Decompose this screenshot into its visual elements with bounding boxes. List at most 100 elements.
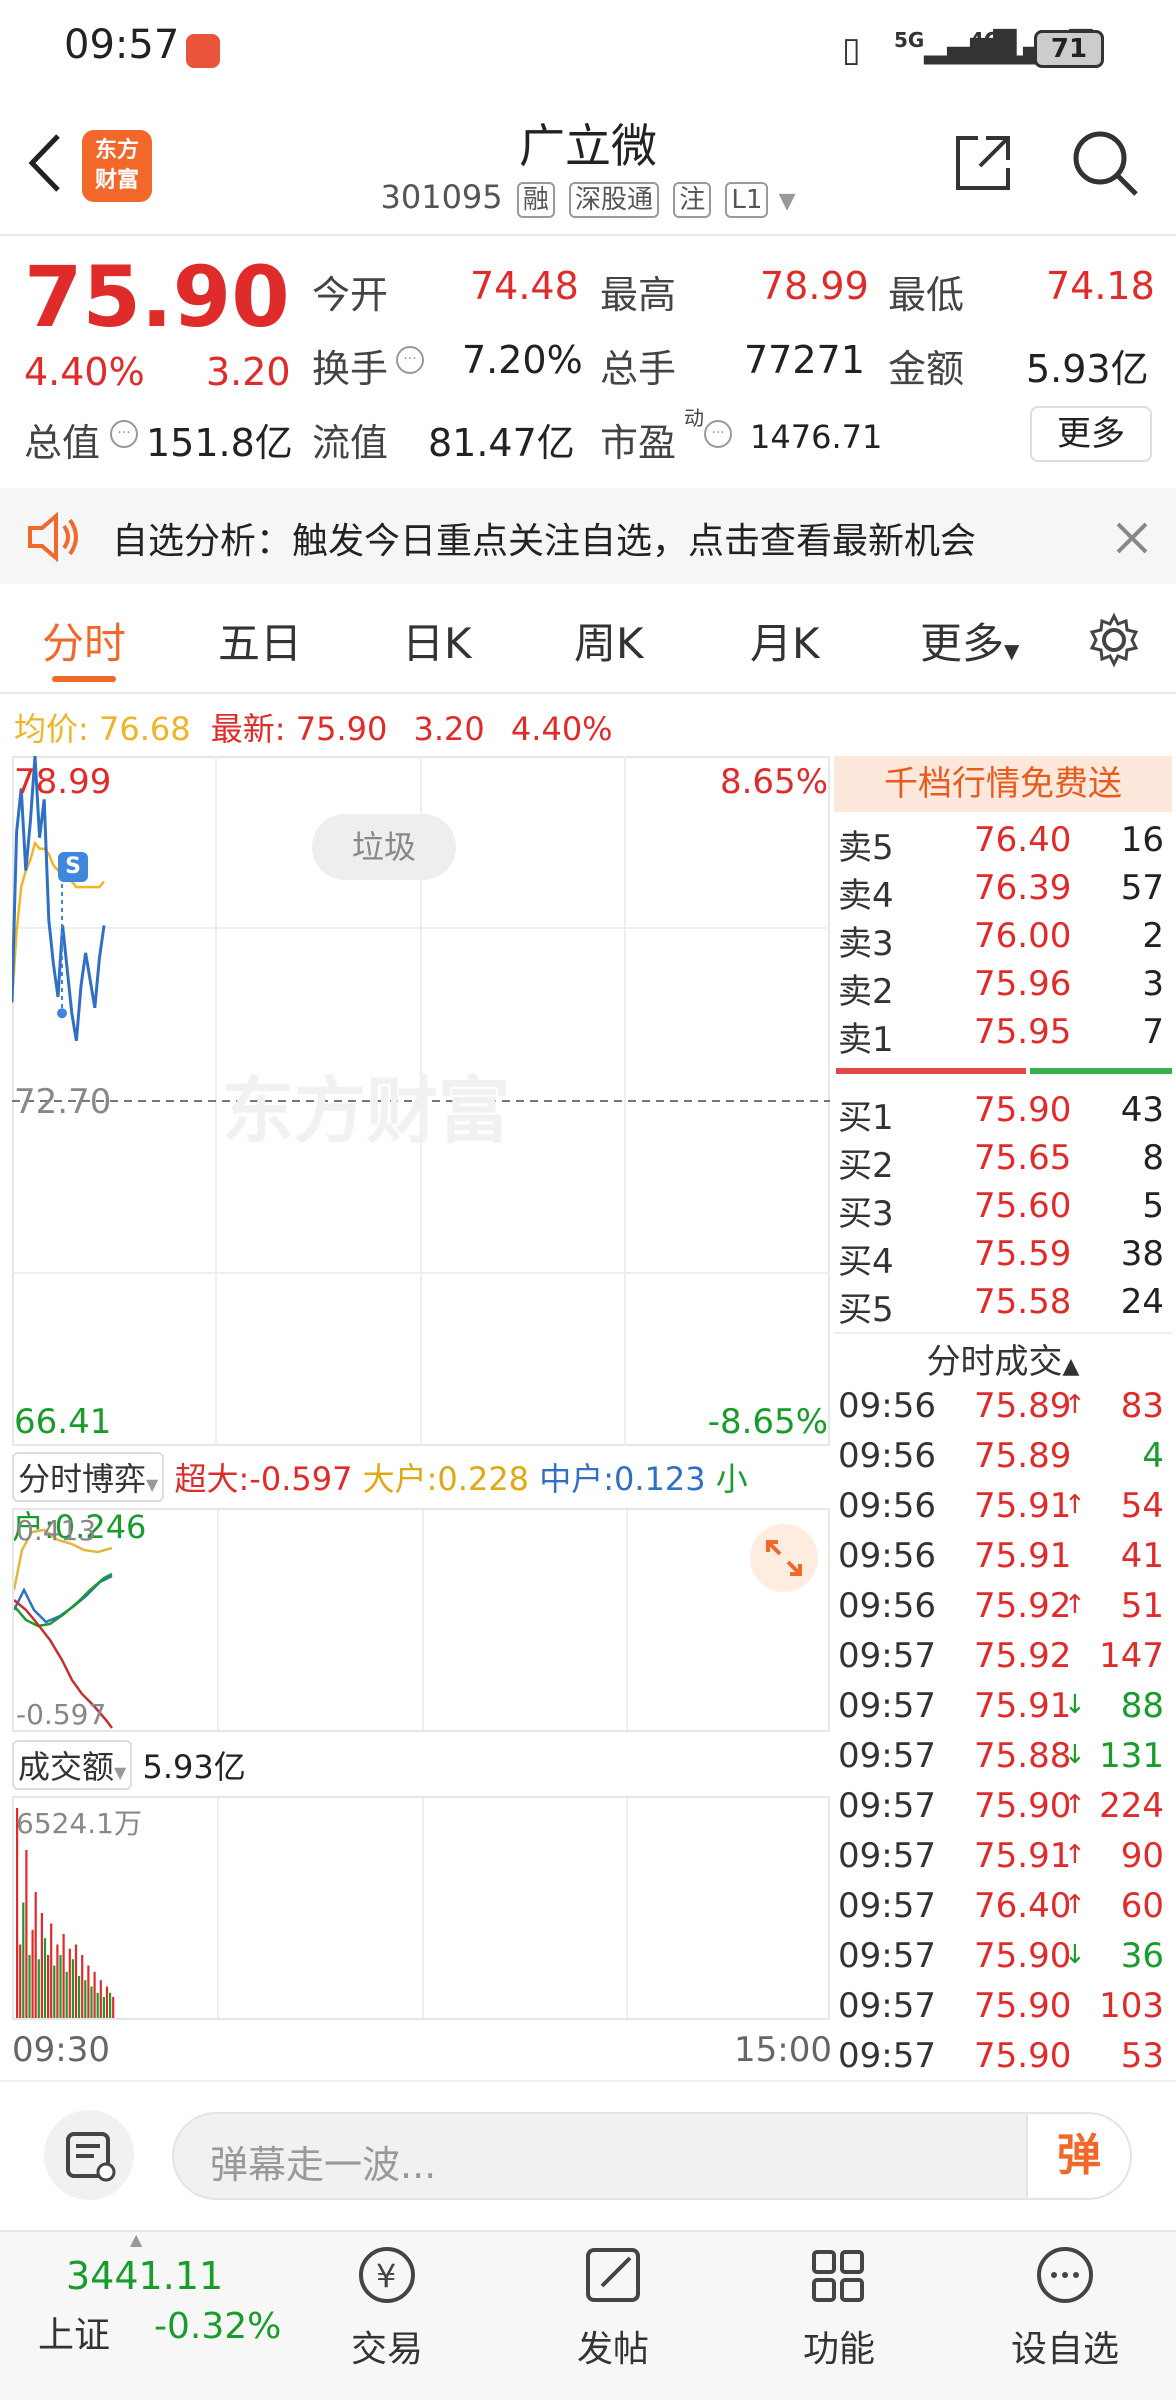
index-value[interactable]: 3441.11 bbox=[66, 2254, 223, 2298]
bid-row[interactable]: 买5 75.58 24 bbox=[838, 1282, 1172, 1330]
post-icon[interactable] bbox=[538, 2240, 688, 2314]
bid-row[interactable]: 买4 75.59 38 bbox=[838, 1234, 1172, 1282]
orderbook-promo-label: 千档行情免费送 bbox=[884, 764, 1122, 804]
game-selector[interactable]: 分时博弈▼ bbox=[12, 1452, 165, 1502]
svg-text:¥: ¥ bbox=[376, 2257, 396, 2295]
bid-row[interactable]: 买2 75.65 8 bbox=[838, 1138, 1172, 1186]
trade-row: 09:57 75.90 53 bbox=[838, 2036, 1172, 2086]
trades-header[interactable]: 分时成交▲ bbox=[834, 1332, 1172, 1382]
ask-price: 76.39 bbox=[974, 868, 1072, 908]
ask-row[interactable]: 卖5 76.40 16 bbox=[838, 820, 1172, 868]
ask-row[interactable]: 卖3 76.00 2 bbox=[838, 916, 1172, 964]
nav-add-watchlist[interactable]: 设自选 bbox=[990, 2320, 1140, 2372]
volume-selector[interactable]: 成交额▼ bbox=[12, 1740, 133, 1790]
game-chart[interactable]: 0.413 -0.597 bbox=[12, 1508, 830, 1732]
nav-post[interactable]: 发帖 bbox=[538, 2320, 688, 2372]
orderbook-promo[interactable]: 千档行情免费送 bbox=[834, 756, 1172, 812]
trade-row: 09:56 75.89 4 bbox=[838, 1436, 1172, 1486]
notes-icon[interactable] bbox=[44, 2110, 134, 2200]
ask-row[interactable]: 卖2 75.96 3 bbox=[838, 964, 1172, 1012]
comment-input[interactable]: 弹幕走一波... 弹 bbox=[172, 2112, 1132, 2200]
float-label: 流值 bbox=[312, 421, 389, 465]
volume-bar bbox=[31, 1929, 34, 2018]
battery-level: 71 bbox=[1050, 34, 1088, 64]
tab-monthly-k[interactable]: 月K bbox=[750, 610, 820, 671]
index-change[interactable]: -0.32% bbox=[154, 2306, 281, 2347]
ask-price: 75.95 bbox=[974, 1012, 1072, 1052]
sell-marker-icon[interactable]: S bbox=[58, 852, 88, 882]
trade-price: 75.88 bbox=[974, 1736, 1072, 1776]
trade-qty: 147 bbox=[1099, 1636, 1164, 1676]
tab-five-day[interactable]: 五日 bbox=[218, 610, 302, 671]
info-icon[interactable]: ··· bbox=[704, 420, 732, 448]
bid-label: 买4 bbox=[838, 1242, 894, 1282]
comment-placeholder: 弹幕走一波... bbox=[210, 2143, 437, 2187]
volume-bar bbox=[68, 1948, 71, 2018]
tab-daily-k[interactable]: 日K bbox=[402, 610, 472, 671]
bid-row[interactable]: 买1 75.90 43 bbox=[838, 1090, 1172, 1138]
volume-chart[interactable]: 6524.1万 bbox=[12, 1796, 830, 2020]
volume-bar bbox=[43, 1938, 47, 2018]
trade-price: 75.91 bbox=[974, 1836, 1072, 1876]
volume-bar bbox=[93, 1971, 96, 2018]
alert-banner[interactable]: 自选分析：触发今日重点关注自选，点击查看最新机会 bbox=[0, 488, 1176, 584]
ask-row[interactable]: 卖4 76.39 57 bbox=[838, 868, 1172, 916]
volume-bar bbox=[99, 1980, 102, 2018]
info-icon[interactable]: ··· bbox=[396, 346, 424, 374]
gear-icon[interactable] bbox=[1086, 612, 1142, 668]
trade-row: 09:57 75.90 ↑ 224 bbox=[838, 1786, 1172, 1836]
close-icon[interactable] bbox=[1112, 518, 1152, 558]
bid-qty: 38 bbox=[1120, 1234, 1164, 1274]
volume-bar bbox=[28, 1955, 31, 2018]
trade-icon[interactable]: ¥ bbox=[312, 2240, 462, 2314]
trade-time: 09:57 bbox=[838, 2036, 936, 2076]
nav-trade[interactable]: 交易 bbox=[312, 2320, 462, 2372]
nav-function[interactable]: 功能 bbox=[764, 2320, 914, 2372]
volume-bar bbox=[84, 1980, 87, 2018]
chart-info-line: 均价: 76.68 最新: 75.90 3.20 4.40% bbox=[14, 704, 613, 750]
volume-bar bbox=[78, 1976, 81, 2018]
caret-down-icon: ▼ bbox=[114, 1763, 127, 1782]
tab-more[interactable]: 更多▼ bbox=[920, 610, 1019, 671]
danmaku-button[interactable]: 弹 bbox=[1026, 2114, 1130, 2198]
tab-weekly-k[interactable]: 周K bbox=[574, 610, 644, 671]
latest-change: 3.20 bbox=[413, 710, 485, 748]
share-icon[interactable] bbox=[950, 130, 1016, 196]
search-icon[interactable] bbox=[1070, 128, 1140, 198]
tag-pill[interactable]: 垃圾 bbox=[312, 814, 456, 880]
volume-total: 5.93亿 bbox=[142, 1748, 246, 1786]
index-name[interactable]: 上证 bbox=[38, 2306, 110, 2358]
bid-price: 75.90 bbox=[974, 1090, 1072, 1130]
watermark: 东方财富 bbox=[222, 1069, 510, 1153]
tag-register: 注 bbox=[673, 182, 712, 218]
header-divider bbox=[0, 234, 1176, 236]
pe-label: 市盈 bbox=[600, 421, 677, 465]
arrow-up-icon: ↑ bbox=[1064, 1840, 1086, 1870]
mid-label: 中户: bbox=[539, 1460, 614, 1498]
time-end-label: 15:00 bbox=[734, 2030, 832, 2070]
trade-qty: 90 bbox=[1120, 1836, 1164, 1876]
prev-close-label: 72.70 bbox=[14, 1082, 112, 1122]
high-label: 最高 bbox=[600, 273, 677, 317]
volume-bar bbox=[40, 1913, 43, 2018]
add-watchlist-icon[interactable] bbox=[990, 2240, 1140, 2314]
ask-row[interactable]: 卖1 75.95 7 bbox=[838, 1012, 1172, 1060]
arrow-down-icon: ↓ bbox=[1064, 1740, 1086, 1770]
tab-intraday[interactable]: 分时 bbox=[42, 610, 126, 671]
bid-label: 买5 bbox=[838, 1290, 894, 1330]
more-button[interactable]: 更多 bbox=[1030, 406, 1152, 462]
expand-icon[interactable] bbox=[750, 1524, 818, 1592]
trade-time: 09:57 bbox=[838, 1686, 936, 1726]
intraday-chart[interactable]: 东方财富 78.99 8.65% 72.70 66.41 -8.65% 垃圾 S bbox=[12, 756, 830, 1446]
ask-qty: 2 bbox=[1142, 916, 1164, 956]
bid-qty: 5 bbox=[1142, 1186, 1164, 1226]
status-bar: 09:57 ▯ 5G ▂▄▆█ 4G ▂▄▆█ 71 bbox=[0, 0, 1176, 100]
max-pct: 8.65% bbox=[719, 762, 828, 802]
function-icon[interactable] bbox=[764, 2240, 914, 2314]
info-icon[interactable]: ··· bbox=[110, 420, 138, 448]
trade-row: 09:56 75.92 ↑ 51 bbox=[838, 1586, 1172, 1636]
bid-row[interactable]: 买3 75.60 5 bbox=[838, 1186, 1172, 1234]
game-bottom-label: -0.597 bbox=[16, 1698, 107, 1731]
bid-price: 75.60 bbox=[974, 1186, 1072, 1226]
ask-label: 卖5 bbox=[838, 828, 894, 868]
